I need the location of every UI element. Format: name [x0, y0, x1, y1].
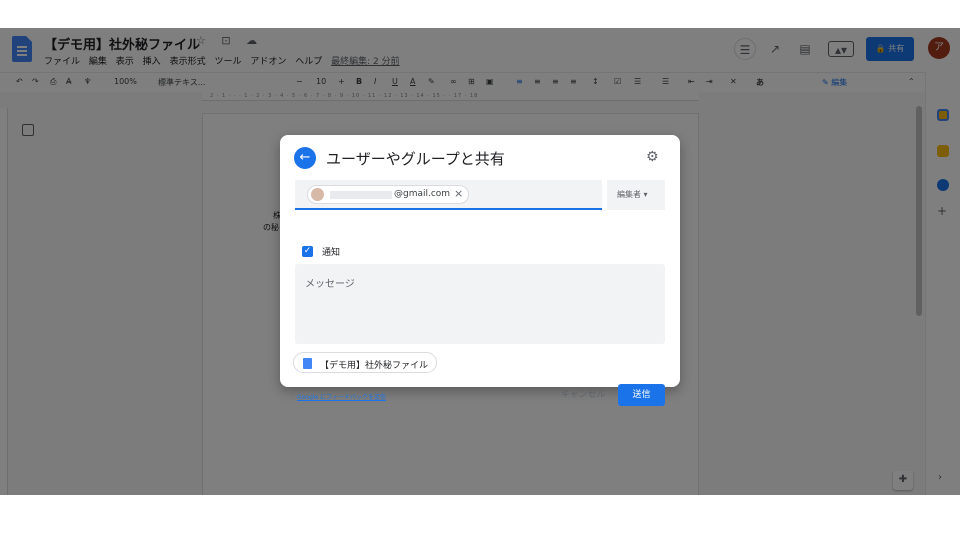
- recipient-chip[interactable]: @gmail.com ×: [307, 185, 469, 204]
- share-dialog: ← ユーザーやグループと共有 ⚙ @gmail.com × 編集者 ▾ ✓ 通知…: [280, 135, 680, 406]
- role-select[interactable]: 編集者 ▾: [607, 180, 665, 210]
- message-input[interactable]: メッセージ: [295, 264, 665, 344]
- gear-icon[interactable]: ⚙: [646, 149, 659, 165]
- send-button[interactable]: 送信: [618, 384, 665, 406]
- feedback-link[interactable]: Google にフィードバックを送信: [297, 392, 386, 401]
- notify-label: 通知: [322, 248, 341, 258]
- redacted-name: [330, 191, 392, 199]
- back-arrow-icon[interactable]: ←: [294, 147, 316, 169]
- remove-recipient-icon[interactable]: ×: [454, 187, 463, 200]
- notify-checkbox[interactable]: ✓: [302, 246, 313, 257]
- docs-window: 【デモ用】社外秘ファイル ☆ ⊡ ☁ ファイル 編集 表示 挿入 表示形式 ツー…: [0, 28, 960, 495]
- message-placeholder: メッセージ: [305, 279, 355, 290]
- docs-file-icon: [303, 358, 312, 369]
- dialog-title: ユーザーやグループと共有: [326, 150, 505, 168]
- file-chip-label: 【デモ用】社外秘ファイル: [320, 361, 429, 371]
- recipient-input[interactable]: @gmail.com ×: [295, 180, 602, 210]
- recipient-email: @gmail.com: [394, 189, 451, 199]
- recipient-avatar: [311, 188, 324, 201]
- file-chip[interactable]: 【デモ用】社外秘ファイル: [293, 352, 437, 373]
- cancel-button[interactable]: キャンセル: [558, 387, 608, 403]
